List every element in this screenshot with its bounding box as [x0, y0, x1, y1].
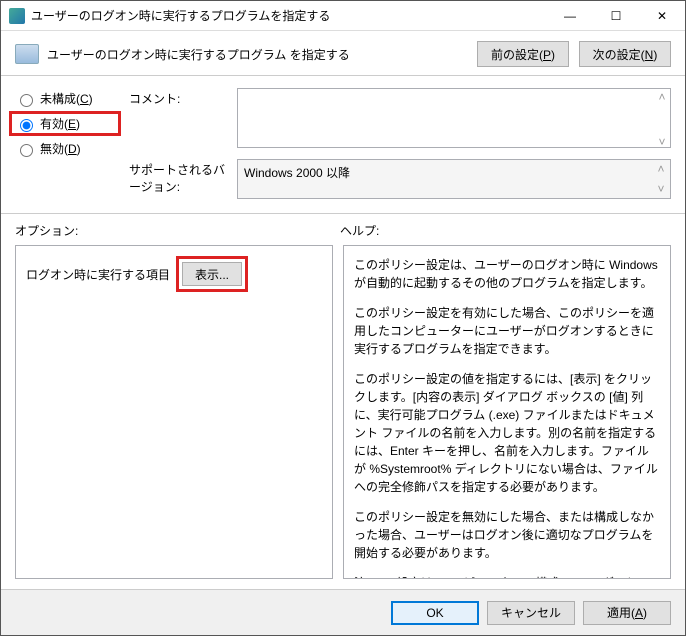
- state-radio-group: 未構成(C) 有効(E) 無効(D): [15, 88, 115, 209]
- app-icon: [9, 8, 25, 24]
- comment-row: コメント: ˄˅: [129, 88, 671, 151]
- radio-enabled-label: 有効(E): [40, 115, 80, 132]
- minimize-button[interactable]: —: [547, 1, 593, 31]
- help-section-label: ヘルプ:: [340, 222, 671, 239]
- titlebar: ユーザーのログオン時に実行するプログラムを指定する — ☐ ✕: [1, 1, 685, 31]
- radio-disabled-row: 無効(D): [15, 140, 115, 157]
- header-row: ユーザーのログオン時に実行するプログラム を指定する 前の設定(P) 次の設定(…: [1, 31, 685, 76]
- maximize-button[interactable]: ☐: [593, 1, 639, 31]
- show-button[interactable]: 表示...: [182, 262, 242, 286]
- help-paragraph: このポリシー設定は、ユーザーのログオン時に Windows が自動的に起動するそ…: [354, 256, 660, 292]
- supported-row: サポートされるバージョン: Windows 2000 以降 ˄˅: [129, 159, 671, 209]
- section-labels: オプション: ヘルプ:: [1, 214, 685, 245]
- apply-button[interactable]: 適用(A): [583, 601, 671, 625]
- maximize-icon: ☐: [611, 9, 622, 23]
- help-paragraph: 注: この設定は [コンピューターの構成] フォルダーと [ユーザーの構成] フ…: [354, 574, 660, 579]
- help-panel: このポリシー設定は、ユーザーのログオン時に Windows が自動的に起動するそ…: [343, 245, 671, 579]
- radio-not-configured-row: 未構成(C): [15, 90, 115, 107]
- close-button[interactable]: ✕: [639, 1, 685, 31]
- config-section: 未構成(C) 有効(E) 無効(D) コメント: ˄˅ サポートされるバージョン…: [1, 76, 685, 214]
- help-paragraph: このポリシー設定を有効にした場合、このポリシーを適用したコンピューターにユーザー…: [354, 304, 660, 358]
- policy-icon: [15, 44, 39, 64]
- fields-column: コメント: ˄˅ サポートされるバージョン: Windows 2000 以降 ˄…: [129, 88, 671, 209]
- supported-box: Windows 2000 以降 ˄˅: [237, 159, 671, 199]
- dialog-footer: OK キャンセル 適用(A): [1, 589, 685, 635]
- scroll-indicator: ˄˅: [654, 162, 668, 196]
- show-button-highlight: 表示...: [176, 256, 248, 292]
- logon-items-option: ログオン時に実行する項目 表示...: [26, 256, 322, 292]
- previous-setting-button[interactable]: 前の設定(P): [477, 41, 569, 67]
- comment-textarea[interactable]: [237, 88, 671, 148]
- logon-items-label: ログオン時に実行する項目: [26, 266, 170, 283]
- options-section-label: オプション:: [15, 222, 340, 239]
- supported-value: Windows 2000 以降: [244, 166, 350, 180]
- window-controls: — ☐ ✕: [547, 1, 685, 31]
- policy-title: ユーザーのログオン時に実行するプログラム を指定する: [47, 46, 467, 63]
- radio-disabled-label: 無効(D): [40, 140, 81, 157]
- close-icon: ✕: [657, 9, 667, 23]
- comment-label: コメント:: [129, 88, 229, 107]
- minimize-icon: —: [564, 9, 576, 23]
- help-paragraph: このポリシー設定を無効にした場合、または構成しなかった場合、ユーザーはログオン後…: [354, 508, 660, 562]
- radio-not-configured[interactable]: [20, 94, 33, 107]
- next-setting-button[interactable]: 次の設定(N): [579, 41, 671, 67]
- radio-enabled[interactable]: [20, 119, 33, 132]
- ok-button[interactable]: OK: [391, 601, 479, 625]
- help-paragraph: このポリシー設定の値を指定するには、[表示] をクリックします。[内容の表示] …: [354, 370, 660, 496]
- radio-not-configured-label: 未構成(C): [40, 90, 93, 107]
- scroll-indicator: ˄˅: [655, 90, 669, 149]
- policy-dialog-window: ユーザーのログオン時に実行するプログラムを指定する — ☐ ✕ ユーザーのログオ…: [0, 0, 686, 636]
- options-panel: ログオン時に実行する項目 表示...: [15, 245, 333, 579]
- radio-enabled-row: 有効(E): [9, 111, 121, 136]
- supported-label: サポートされるバージョン:: [129, 159, 229, 195]
- cancel-button[interactable]: キャンセル: [487, 601, 575, 625]
- radio-disabled[interactable]: [20, 144, 33, 157]
- window-title: ユーザーのログオン時に実行するプログラムを指定する: [31, 7, 547, 24]
- panels-row: ログオン時に実行する項目 表示... このポリシー設定は、ユーザーのログオン時に…: [1, 245, 685, 579]
